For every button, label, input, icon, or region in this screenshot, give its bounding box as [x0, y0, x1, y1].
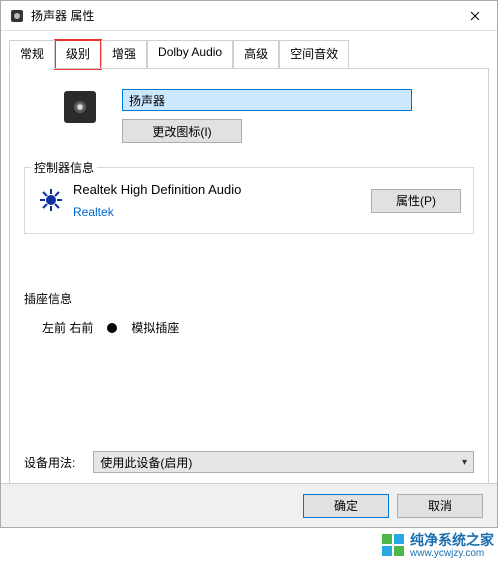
- jack-color-dot: [107, 323, 117, 333]
- realtek-icon: [37, 186, 65, 214]
- device-usage-row: 设备用法: 使用此设备(启用) ▾: [24, 451, 474, 473]
- tab-dolby-audio[interactable]: Dolby Audio: [147, 40, 233, 69]
- change-icon-button[interactable]: 更改图标(I): [122, 119, 242, 143]
- watermark-text: 纯净系统之家: [410, 532, 494, 548]
- dialog-footer: 确定 取消: [1, 483, 497, 527]
- tab-enhancements[interactable]: 增强: [101, 40, 147, 69]
- cancel-button[interactable]: 取消: [397, 494, 483, 518]
- tab-levels[interactable]: 级别: [55, 40, 101, 69]
- controller-properties-button[interactable]: 属性(P): [371, 189, 461, 213]
- jack-group-label: 插座信息: [24, 290, 474, 307]
- jack-type: 模拟插座: [131, 319, 179, 336]
- speaker-icon: [64, 91, 96, 123]
- watermark: 纯净系统之家 www.ycwjzy.com: [382, 530, 494, 559]
- controller-group-label: 控制器信息: [31, 159, 97, 176]
- device-name-input[interactable]: [122, 89, 412, 111]
- device-header-row: 更改图标(I): [64, 89, 474, 143]
- window-title: 扬声器 属性: [31, 7, 452, 24]
- jack-position: 左前 右前: [42, 319, 93, 336]
- controller-name: Realtek High Definition Audio: [73, 182, 371, 197]
- device-usage-value: 使用此设备(启用): [100, 454, 192, 471]
- jack-info-section: 插座信息 左前 右前 模拟插座: [24, 290, 474, 336]
- properties-dialog: 扬声器 属性 常规 级别 增强 Dolby Audio 高级 空间音效 更改图标…: [0, 0, 498, 528]
- close-button[interactable]: [452, 1, 497, 31]
- controller-info-group: 控制器信息: [24, 167, 474, 234]
- app-icon: [9, 8, 25, 24]
- chevron-down-icon: ▾: [462, 457, 467, 468]
- tab-general[interactable]: 常规: [9, 40, 55, 69]
- watermark-url: www.ycwjzy.com: [410, 548, 494, 559]
- tab-panel-general: 更改图标(I) 控制器信息: [9, 68, 489, 486]
- watermark-logo-icon: [382, 534, 404, 556]
- controller-vendor-link[interactable]: Realtek: [73, 205, 371, 219]
- tab-strip: 常规 级别 增强 Dolby Audio 高级 空间音效: [1, 31, 497, 68]
- device-usage-label: 设备用法:: [24, 454, 75, 471]
- tab-spatial-sound[interactable]: 空间音效: [279, 40, 349, 69]
- titlebar: 扬声器 属性: [1, 1, 497, 31]
- device-usage-select[interactable]: 使用此设备(启用) ▾: [93, 451, 474, 473]
- tab-advanced[interactable]: 高级: [233, 40, 279, 69]
- ok-button[interactable]: 确定: [303, 494, 389, 518]
